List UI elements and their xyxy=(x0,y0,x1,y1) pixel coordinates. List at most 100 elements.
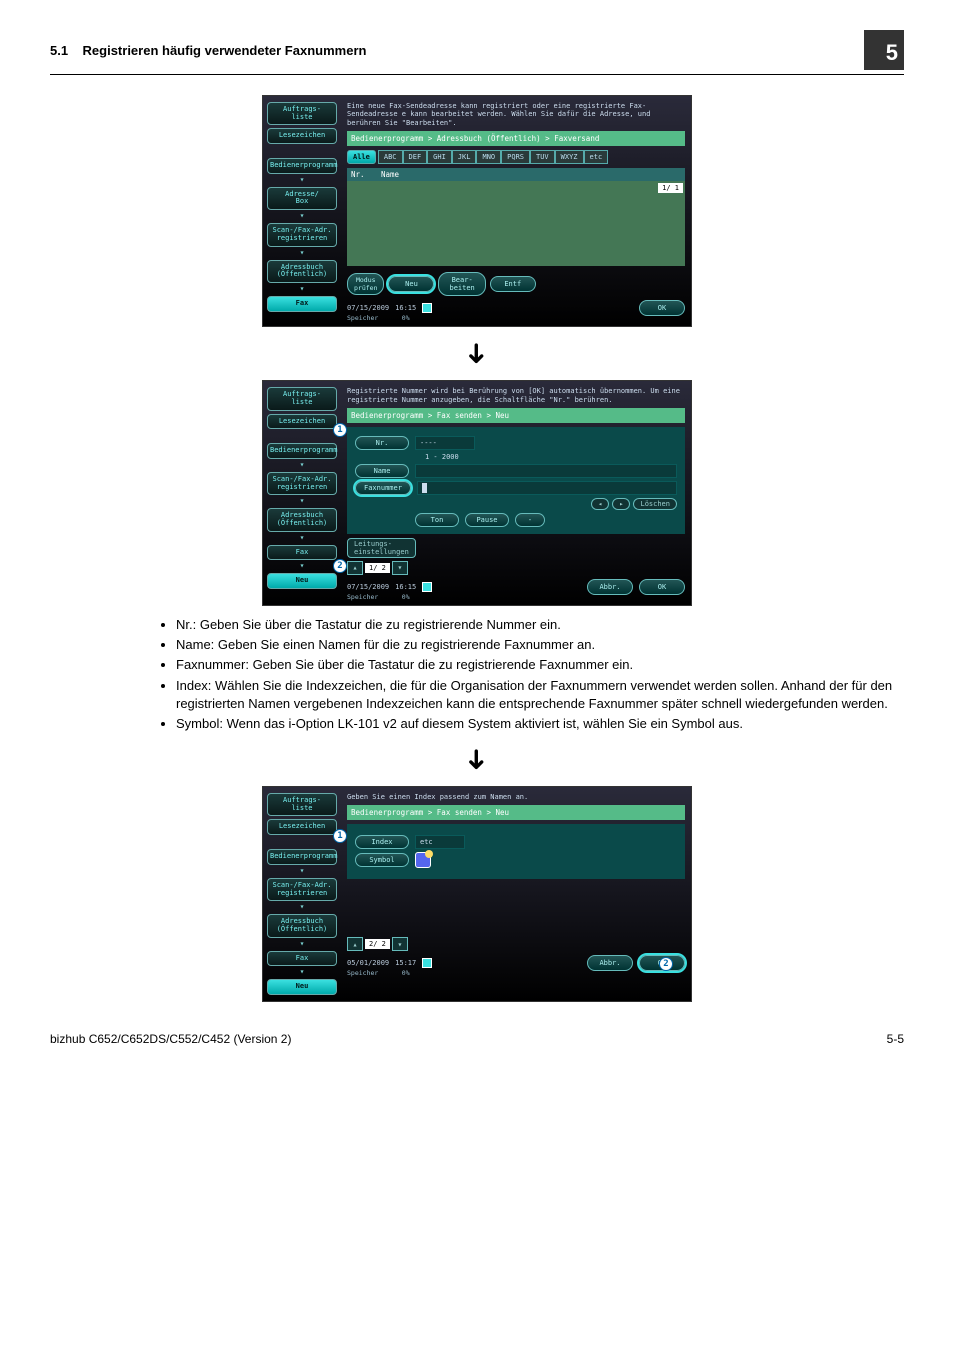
status-date: 07/15/2009 xyxy=(347,583,389,591)
name-label[interactable]: Name xyxy=(355,464,409,478)
tab-tuv[interactable]: TUV xyxy=(530,150,555,164)
side-panel: Auftrags-liste Lesezeichen Bedienerprogr… xyxy=(263,381,341,605)
side-bedienerprogramm[interactable]: Bedienerprogramm xyxy=(267,443,337,459)
tab-mno[interactable]: MNO xyxy=(476,150,501,164)
nr-range: 1 - 2000 xyxy=(425,453,677,461)
arrow-down-icon: ➜ xyxy=(461,746,494,774)
symbol-label[interactable]: Symbol xyxy=(355,853,409,867)
index-label[interactable]: Index xyxy=(355,835,409,849)
faxnummer-label[interactable]: Faxnummer xyxy=(355,481,411,495)
memory-icon xyxy=(422,582,432,592)
pager-down-button[interactable]: ▾ xyxy=(392,937,408,951)
tab-jkl[interactable]: JKL xyxy=(452,150,477,164)
side-scan-fax[interactable]: Scan-/Fax-Adr.registrieren xyxy=(267,223,337,246)
screenshot-1: Auftrags-liste Lesezeichen Bedienerprogr… xyxy=(262,95,692,327)
side-lesezeichen[interactable]: Lesezeichen xyxy=(267,819,337,835)
main-panel: Eine neue Fax-Sendeadresse kann registri… xyxy=(341,96,691,326)
chevron-down-icon: ▾ xyxy=(267,967,337,976)
col-nr: Nr. xyxy=(351,170,381,179)
tab-alle[interactable]: Alle xyxy=(347,150,376,164)
arrow-right-button[interactable]: ▸ xyxy=(612,498,630,510)
pager-down-button[interactable]: ▾ xyxy=(392,561,408,575)
filter-tabs: Alle ABC DEF GHI JKL MNO PQRS TUV WXYZ e… xyxy=(347,150,685,164)
nr-label[interactable]: Nr. xyxy=(355,436,409,450)
bullet-faxnummer: Faxnummer: Geben Sie über die Tastatur d… xyxy=(176,656,904,674)
side-scan-fax[interactable]: Scan-/Fax-Adr.registrieren xyxy=(267,472,337,495)
section-text: Registrieren häufig verwendeter Faxnumme… xyxy=(83,43,367,58)
chevron-down-icon: ▾ xyxy=(267,939,337,948)
bullet-list: Nr.: Geben Sie über die Tastatur die zu … xyxy=(160,616,904,733)
pager-label: 2/ 2 xyxy=(365,939,390,949)
modus-pruefen-button[interactable]: Modusprüfen xyxy=(347,273,384,295)
section-number: 5.1 xyxy=(50,43,68,58)
pager: ▴ 1/ 2 ▾ xyxy=(347,561,685,575)
faxnummer-input[interactable] xyxy=(417,481,677,495)
tab-def[interactable]: DEF xyxy=(403,150,428,164)
chapter-badge: 5 xyxy=(864,30,904,70)
bearbeiten-button[interactable]: Bear-beiten xyxy=(438,272,485,296)
main-panel: Geben Sie einen Index passend zum Namen … xyxy=(341,787,691,1001)
side-adresse-box[interactable]: Adresse/Box xyxy=(267,187,337,210)
callout-1: 1 xyxy=(333,829,347,843)
side-auftragsliste[interactable]: Auftrags-liste xyxy=(267,102,337,125)
side-neu[interactable]: Neu xyxy=(267,573,337,589)
tab-etc[interactable]: etc xyxy=(584,150,609,164)
side-bedienerprogramm[interactable]: Bedienerprogramm xyxy=(267,158,337,174)
status-time: 15:17 xyxy=(395,959,416,967)
side-bedienerprogramm[interactable]: Bedienerprogramm xyxy=(267,849,337,865)
pager: ▴ 2/ 2 ▾ xyxy=(347,937,685,951)
side-auftragsliste[interactable]: Auftrags-liste xyxy=(267,793,337,816)
callout-2: 2 xyxy=(659,957,673,971)
neu-button[interactable]: Neu xyxy=(388,276,434,292)
status-mem: Speicher xyxy=(347,969,378,977)
page-header: 5.1 Registrieren häufig verwendeter Faxn… xyxy=(50,30,904,75)
instruction-text: Eine neue Fax-Sendeadresse kann registri… xyxy=(347,102,685,127)
tab-pqrs[interactable]: PQRS xyxy=(501,150,530,164)
main-panel: Registrierte Nummer wird bei Berührung v… xyxy=(341,381,691,605)
page-footer: bizhub C652/C652DS/C552/C452 (Version 2)… xyxy=(50,1032,904,1046)
side-scan-fax[interactable]: Scan-/Fax-Adr.registrieren xyxy=(267,878,337,901)
leitungseinstellungen-button[interactable]: Leitungs-einstellungen xyxy=(347,538,416,558)
pause-button[interactable]: Pause xyxy=(465,513,509,527)
memory-icon xyxy=(422,958,432,968)
side-neu[interactable]: Neu xyxy=(267,979,337,995)
arrow-down-icon: ➜ xyxy=(461,340,494,368)
ton-button[interactable]: Ton xyxy=(415,513,459,527)
side-panel: Auftrags-liste Lesezeichen Bedienerprogr… xyxy=(263,96,341,326)
footer-page: 5-5 xyxy=(887,1032,904,1046)
name-input[interactable] xyxy=(415,464,677,478)
loeschen-button[interactable]: Löschen xyxy=(633,498,677,510)
chevron-down-icon: ▾ xyxy=(267,561,337,570)
chevron-down-icon: ▾ xyxy=(267,248,337,257)
list-area: 1/ 1 xyxy=(347,181,685,266)
dash-button[interactable]: - xyxy=(515,513,545,527)
pager-up-button[interactable]: ▴ xyxy=(347,937,363,951)
side-adressbuch[interactable]: Adressbuch(Öffentlich) xyxy=(267,914,337,937)
side-fax[interactable]: Fax xyxy=(267,951,337,967)
status-mem: Speicher xyxy=(347,314,378,322)
side-adressbuch[interactable]: Adressbuch(Öffentlich) xyxy=(267,260,337,283)
side-fax[interactable]: Fax xyxy=(267,545,337,561)
side-lesezeichen[interactable]: Lesezeichen xyxy=(267,414,337,430)
side-auftragsliste[interactable]: Auftrags-liste xyxy=(267,387,337,410)
bullet-symbol: Symbol: Wenn das i-Option LK-101 v2 auf … xyxy=(176,715,904,733)
breadcrumb: Bedienerprogramm > Adressbuch (Öffentlic… xyxy=(347,131,685,146)
screenshot-3: 1 2 Auftrags-liste Lesezeichen Bedienerp… xyxy=(262,786,692,1002)
action-buttons: Modusprüfen Neu Bear-beiten Entf xyxy=(347,272,685,296)
screenshot-2: 1 2 Auftrags-liste Lesezeichen Bedienerp… xyxy=(262,380,692,606)
chevron-down-icon: ▾ xyxy=(267,533,337,542)
side-lesezeichen[interactable]: Lesezeichen xyxy=(267,128,337,144)
status-time: 16:15 xyxy=(395,583,416,591)
tab-wxyz[interactable]: WXYZ xyxy=(555,150,584,164)
entf-button[interactable]: Entf xyxy=(490,276,536,292)
tab-ghi[interactable]: GHI xyxy=(427,150,452,164)
instruction-text: Geben Sie einen Index passend zum Namen … xyxy=(347,793,685,801)
breadcrumb: Bedienerprogramm > Fax senden > Neu xyxy=(347,408,685,423)
tab-abc[interactable]: ABC xyxy=(378,150,403,164)
index-etc: etc xyxy=(415,835,465,849)
arrow-left-button[interactable]: ◂ xyxy=(591,498,609,510)
side-fax[interactable]: Fax xyxy=(267,296,337,312)
pager-up-button[interactable]: ▴ xyxy=(347,561,363,575)
list-header: Nr. Name xyxy=(347,168,685,181)
side-adressbuch[interactable]: Adressbuch(Öffentlich) xyxy=(267,508,337,531)
